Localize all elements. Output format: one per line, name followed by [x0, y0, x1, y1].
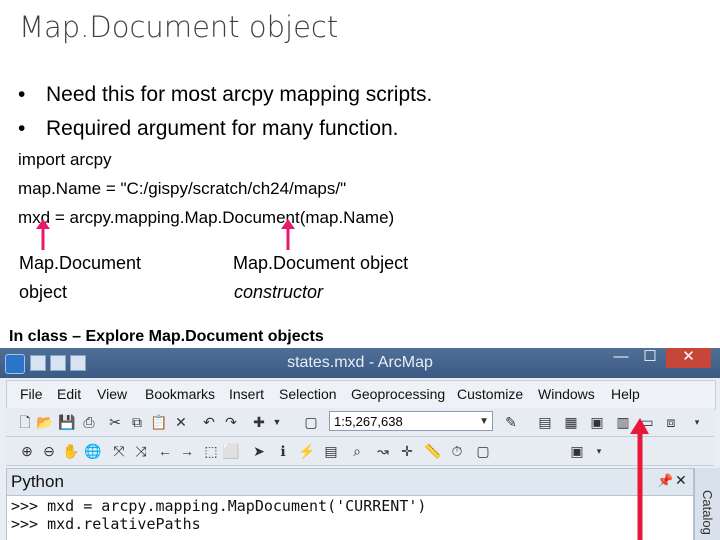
- map-scale-value: 1:5,267,638: [334, 414, 403, 429]
- python-window-header: Python 📌 ✕: [7, 469, 693, 496]
- label-constructor: constructor: [234, 282, 324, 302]
- toolbar-options-icon[interactable]: ▾: [688, 413, 706, 431]
- select-elements-icon[interactable]: ➤: [250, 442, 268, 460]
- copy-icon[interactable]: ⧉: [128, 413, 146, 431]
- menu-bar: File Edit View Bookmarks Insert Selectio…: [6, 380, 716, 410]
- arrow-up-icon: [281, 219, 295, 250]
- select-features-icon[interactable]: ⬚: [202, 442, 220, 460]
- class-note: In class – Explore Map.Document objects: [9, 328, 324, 345]
- html-popup-icon[interactable]: ▤: [322, 442, 340, 460]
- slide-title: Map.Document object: [19, 10, 339, 44]
- standard-toolbar: 🗋 📂 💾 ⎙ ✂ ⧉ 📋 ✕ ↶ ↷ ✚ ▼ ▢ 1:5,267,638 ▼ …: [6, 408, 714, 437]
- catalog-tab[interactable]: Catalog: [694, 468, 720, 540]
- label-object: object: [19, 282, 68, 302]
- catalog-icon[interactable]: ▦: [562, 413, 580, 431]
- scale-icon: ▢: [304, 414, 318, 430]
- add-data-icon[interactable]: ✚: [250, 413, 268, 431]
- print-icon[interactable]: ⎙: [80, 413, 98, 431]
- tools-toolbar: ⊕ ⊖ ✋ 🌐 ⤧ ⤨ ← → ⬚ ⬜ ➤ ℹ ⚡ ▤ ⌕ ↝ ✛ 📏 ⏱ ▢ …: [6, 437, 714, 466]
- label-mapdocument-object: Map.Document object: [233, 253, 409, 273]
- measure-icon[interactable]: 📏: [424, 442, 442, 460]
- menu-view[interactable]: View: [97, 386, 127, 402]
- paste-icon[interactable]: 📋: [150, 413, 168, 431]
- find-route-icon[interactable]: ↝: [374, 442, 392, 460]
- zoom-out-icon[interactable]: ⊖: [40, 442, 58, 460]
- code-line: import arcpy: [18, 150, 112, 169]
- map-scale-combo[interactable]: 1:5,267,638 ▼: [329, 411, 493, 431]
- bullet-item: • Need this for most arcpy mapping script…: [18, 83, 433, 106]
- menu-help[interactable]: Help: [611, 386, 640, 402]
- chevron-down-icon[interactable]: ▼: [479, 412, 489, 432]
- arcmap-window: states.mxd - ArcMap — ☐ ✕ File Edit View…: [0, 348, 720, 540]
- close-button[interactable]: ✕: [666, 348, 711, 368]
- menu-bookmarks[interactable]: Bookmarks: [145, 386, 215, 402]
- delete-icon[interactable]: ✕: [172, 413, 190, 431]
- go-forward-icon[interactable]: →: [178, 442, 196, 460]
- toolbar-options-icon[interactable]: ▾: [590, 442, 608, 460]
- bullet-text: Required argument for many function.: [46, 117, 399, 140]
- menu-windows[interactable]: Windows: [538, 386, 595, 402]
- menu-insert[interactable]: Insert: [229, 386, 264, 402]
- go-to-xy-icon[interactable]: ✛: [398, 442, 416, 460]
- search-icon[interactable]: ▣: [588, 413, 606, 431]
- menu-selection[interactable]: Selection: [279, 386, 337, 402]
- code-block: import arcpy map.Name = "C:/gispy/scratc…: [18, 145, 394, 232]
- identify-icon[interactable]: ℹ: [274, 442, 292, 460]
- modelbuilder-icon[interactable]: ⧈: [662, 413, 680, 431]
- close-icon[interactable]: ✕: [675, 472, 687, 489]
- menu-customize[interactable]: Customize: [457, 386, 523, 402]
- bullet-item: • Required argument for many function.: [18, 117, 399, 140]
- chevron-down-icon[interactable]: ▼: [268, 413, 286, 431]
- minimize-button[interactable]: —: [609, 348, 633, 368]
- fixed-zoom-out-icon[interactable]: ⤨: [132, 442, 150, 460]
- pan-icon[interactable]: ✋: [62, 442, 80, 460]
- go-back-icon[interactable]: ←: [156, 442, 174, 460]
- open-icon[interactable]: 📂: [36, 413, 54, 431]
- redo-icon[interactable]: ↷: [222, 413, 240, 431]
- code-line: map.Name = "C:/gispy/scratch/ch24/maps/": [18, 179, 347, 198]
- pin-icon[interactable]: 📌: [657, 473, 673, 489]
- clear-selection-icon[interactable]: ⬜: [222, 442, 240, 460]
- new-document-icon[interactable]: 🗋: [16, 413, 34, 431]
- menu-geoprocessing[interactable]: Geoprocessing: [351, 386, 445, 402]
- cut-icon[interactable]: ✂: [106, 413, 124, 431]
- undo-icon[interactable]: ↶: [200, 413, 218, 431]
- arrow-up-icon: [36, 219, 50, 250]
- catalog-tab-label: Catalog: [700, 490, 715, 535]
- python-line[interactable]: >>> mxd = arcpy.mapping.MapDocument('CUR…: [11, 497, 426, 515]
- table-of-contents-icon[interactable]: ▤: [536, 413, 554, 431]
- full-extent-icon[interactable]: 🌐: [84, 442, 102, 460]
- create-viewer-icon[interactable]: ▣: [568, 442, 586, 460]
- arrow-up-icon: [630, 418, 649, 540]
- fixed-zoom-in-icon[interactable]: ⤧: [110, 442, 128, 460]
- hyperlink-icon[interactable]: ⚡: [298, 442, 316, 460]
- python-line[interactable]: >>> mxd.relativePaths: [11, 515, 201, 533]
- time-slider-icon[interactable]: ⏱: [448, 442, 466, 460]
- editor-icon[interactable]: ✎: [502, 413, 520, 431]
- menu-file[interactable]: File: [20, 386, 43, 402]
- title-bar: states.mxd - ArcMap — ☐ ✕: [0, 348, 720, 378]
- bullet-list: • Need this for most arcpy mapping script…: [18, 78, 432, 146]
- viewer-icon[interactable]: ▢: [474, 442, 492, 460]
- menu-edit[interactable]: Edit: [57, 386, 81, 402]
- python-window-title: Python: [11, 472, 64, 491]
- python-window: Python 📌 ✕ >>> mxd = arcpy.mapping.MapDo…: [6, 468, 694, 540]
- code-line: mxd = arcpy.mapping.Map.Document(map.Nam…: [18, 208, 395, 227]
- find-icon[interactable]: ⌕: [348, 442, 366, 460]
- zoom-in-icon[interactable]: ⊕: [18, 442, 36, 460]
- label-mapdocument: Map.Document: [19, 253, 142, 273]
- bullet-text: Need this for most arcpy mapping scripts…: [46, 83, 433, 106]
- save-icon[interactable]: 💾: [58, 413, 76, 431]
- maximize-button[interactable]: ☐: [638, 348, 662, 368]
